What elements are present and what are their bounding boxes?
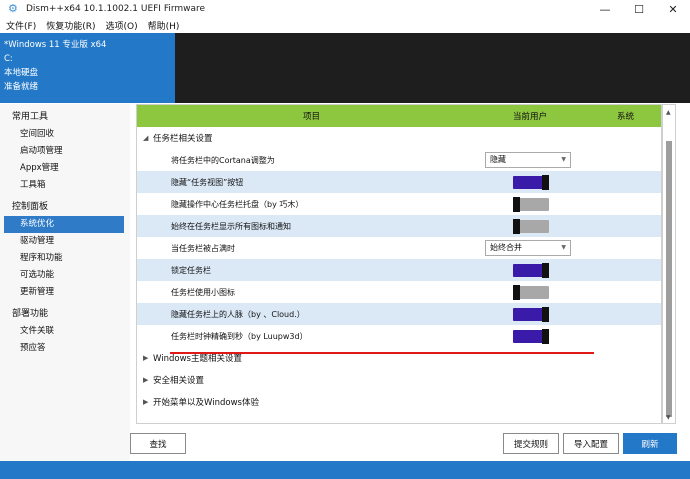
refresh-button[interactable]: 刷新 — [623, 433, 677, 454]
option-row: 始终在任务栏显示所有图标和通知 — [137, 215, 661, 237]
option-row: 当任务栏被占满时 始终合并 ▼ — [137, 237, 661, 259]
section-start-label: 开始菜单以及Windows体验 — [153, 398, 259, 408]
taskbar-full-select[interactable]: 始终合并 ▼ — [485, 240, 571, 256]
expand-right-icon: ▶ — [143, 398, 149, 406]
chevron-down-icon: ▼ — [561, 156, 566, 163]
column-current-user: 当前用户 — [513, 112, 548, 122]
option-label: 将任务栏中的Cortana调整为 — [171, 155, 275, 165]
option-label: 隐藏“任务视图”按钮 — [171, 177, 244, 187]
drive-letter: C: — [4, 54, 13, 64]
option-row: 隐藏任务栏上的人脉（by 、Cloud.） — [137, 303, 661, 325]
menu-file[interactable]: 文件(F) — [6, 19, 36, 32]
option-label: 锁定任务栏 — [171, 265, 211, 275]
option-row: 隐藏操作中心任务栏托盘（by 巧木） — [137, 193, 661, 215]
minimize-button[interactable]: — — [588, 0, 622, 18]
option-row: 将任务栏中的Cortana调整为 隐藏 ▼ — [137, 149, 661, 171]
toggle-knob — [542, 175, 549, 190]
settings-table: 项目 当前用户 系统 ◢ 任务栏相关设置 将任务栏中的Cortana调整为 隐藏… — [136, 104, 662, 424]
select-value: 隐藏 — [490, 155, 506, 164]
close-button[interactable]: ✕ — [656, 0, 690, 18]
toggle-knob — [513, 197, 520, 212]
section-taskbar[interactable]: ◢ 任务栏相关设置 — [137, 127, 661, 149]
session-info-panel[interactable]: *Windows 11 专业版 x64 C: 本地硬盘 准备就绪 — [0, 33, 175, 103]
option-row: 任务栏使用小图标 — [137, 281, 661, 303]
sidebar-item-file-assoc[interactable]: 文件关联 — [0, 323, 130, 340]
annotation-underline — [170, 352, 594, 354]
os-name: *Windows 11 专业版 x64 — [4, 40, 107, 50]
option-row: 隐藏“任务视图”按钮 — [137, 171, 661, 193]
sidebar-item-appx[interactable]: Appx管理 — [0, 160, 130, 177]
chevron-down-icon: ▼ — [561, 244, 566, 251]
import-config-button[interactable]: 导入配置 — [563, 433, 619, 454]
scrollbar-thumb[interactable] — [666, 141, 672, 417]
sidebar-item-startup[interactable]: 启动项管理 — [0, 143, 130, 160]
option-label: 任务栏时钟精确到秒（by Luupw3d） — [171, 331, 308, 341]
toggle-knob — [542, 329, 549, 344]
sidebar-item-programs[interactable]: 程序和功能 — [0, 250, 130, 267]
sidebar-item-answer-file[interactable]: 预应答 — [0, 340, 130, 357]
option-label: 始终在任务栏显示所有图标和通知 — [171, 221, 291, 231]
option-row: 任务栏时钟精确到秒（by Luupw3d） — [137, 325, 661, 347]
session-status: 准备就绪 — [4, 82, 39, 92]
sidebar-item-system-optimize[interactable]: 系统优化 — [4, 216, 124, 233]
sidebar-group-deploy: 部署功能 — [12, 309, 49, 319]
sidebar-item-toolbox[interactable]: 工具箱 — [0, 177, 130, 194]
option-label: 任务栏使用小图标 — [171, 287, 235, 297]
toggle-knob — [542, 307, 549, 322]
column-item: 项目 — [303, 112, 321, 122]
window-controls: — ☐ ✕ — [588, 0, 690, 18]
status-bar — [0, 461, 690, 479]
menu-bar: 文件(F) 恢复功能(R) 选项(O) 帮助(H) — [0, 18, 690, 32]
toggle-knob — [513, 285, 520, 300]
table-header: 项目 当前用户 系统 — [137, 105, 661, 127]
expand-down-icon: ◢ — [143, 134, 149, 142]
find-button[interactable]: 查找 — [130, 433, 186, 454]
menu-restore[interactable]: 恢复功能(R) — [46, 19, 95, 32]
column-system: 系统 — [617, 112, 635, 122]
cortana-select[interactable]: 隐藏 ▼ — [485, 152, 571, 168]
toggle-switch[interactable] — [513, 307, 549, 322]
maximize-button[interactable]: ☐ — [622, 0, 656, 18]
toggle-switch[interactable] — [513, 175, 549, 190]
disk-type: 本地硬盘 — [4, 68, 39, 78]
vertical-scrollbar[interactable]: ▲ ▼ — [662, 104, 676, 424]
section-start-menu[interactable]: ▶ 开始菜单以及Windows体验 — [137, 391, 661, 413]
toggle-knob — [513, 219, 520, 234]
section-theme[interactable]: ▶ Windows主题相关设置 — [137, 347, 661, 369]
toggle-switch[interactable] — [513, 219, 549, 234]
toggle-switch[interactable] — [513, 263, 549, 278]
sidebar-item-space-cleanup[interactable]: 空间回收 — [0, 126, 130, 143]
toggle-switch[interactable] — [513, 285, 549, 300]
sidebar-group-tools: 常用工具 — [12, 112, 49, 122]
option-label: 隐藏任务栏上的人脉（by 、Cloud.） — [171, 309, 305, 319]
sidebar-item-optional-features[interactable]: 可选功能 — [0, 267, 130, 284]
section-security[interactable]: ▶ 安全相关设置 — [137, 369, 661, 391]
sidebar: 常用工具 空间回收 启动项管理 Appx管理 工具箱 控制面板 系统优化 驱动管… — [0, 104, 130, 461]
sidebar-item-updates[interactable]: 更新管理 — [0, 284, 130, 301]
scroll-up-icon[interactable]: ▲ — [666, 109, 671, 116]
section-security-label: 安全相关设置 — [153, 376, 205, 386]
toggle-switch[interactable] — [513, 329, 549, 344]
menu-help[interactable]: 帮助(H) — [148, 19, 180, 32]
menu-options[interactable]: 选项(O) — [105, 19, 137, 32]
title-bar: ⚙ Dism++x64 10.1.1002.1 UEFI Firmware — … — [0, 0, 690, 18]
app-gear-icon: ⚙ — [8, 2, 18, 15]
sidebar-item-drivers[interactable]: 驱动管理 — [0, 233, 130, 250]
sidebar-group-control-panel: 控制面板 — [12, 202, 49, 212]
header-empty-area — [175, 33, 690, 103]
option-label: 隐藏操作中心任务栏托盘（by 巧木） — [171, 199, 304, 209]
select-value: 始终合并 — [490, 243, 522, 252]
expand-right-icon: ▶ — [143, 354, 149, 362]
option-row: 锁定任务栏 — [137, 259, 661, 281]
submit-rules-button[interactable]: 提交规则 — [503, 433, 559, 454]
toggle-knob — [542, 263, 549, 278]
expand-right-icon: ▶ — [143, 376, 149, 384]
scroll-down-icon[interactable]: ▼ — [666, 414, 671, 421]
window-title: Dism++x64 10.1.1002.1 UEFI Firmware — [26, 4, 206, 14]
section-taskbar-label: 任务栏相关设置 — [153, 134, 213, 144]
toggle-switch[interactable] — [513, 197, 549, 212]
option-label: 当任务栏被占满时 — [171, 243, 235, 253]
